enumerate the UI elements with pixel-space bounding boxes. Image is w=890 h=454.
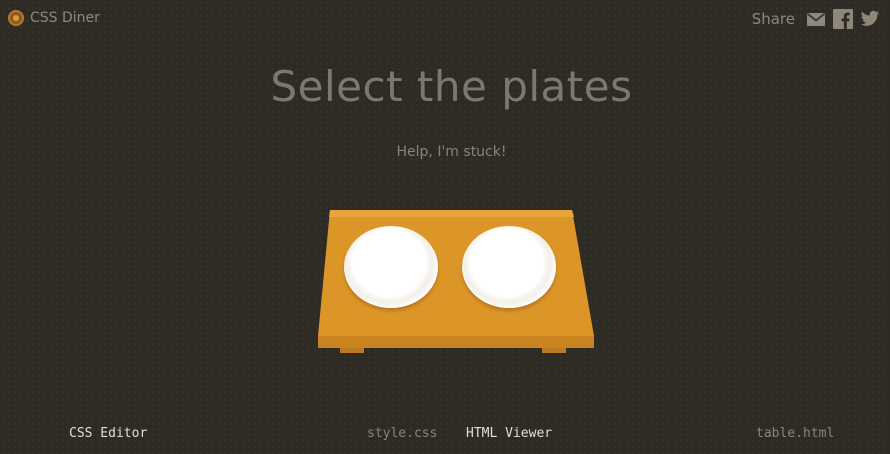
css-filename: style.css [367, 426, 438, 441]
html-viewer-title: HTML Viewer [466, 426, 553, 441]
plate[interactable] [462, 226, 556, 308]
html-filename: table.html [756, 426, 835, 441]
share-bar: Share [752, 9, 880, 29]
envelope-icon[interactable] [806, 9, 826, 29]
css-editor-title: CSS Editor [69, 426, 148, 441]
app-name: CSS Diner [30, 10, 100, 26]
logo[interactable]: CSS Diner [8, 10, 100, 26]
plate-logo-icon [8, 10, 24, 26]
share-label: Share [751, 10, 795, 28]
level-instruction: Select the plates [270, 62, 633, 111]
help-link[interactable]: Help, I'm stuck! [0, 144, 890, 160]
plate[interactable] [344, 226, 438, 308]
twitter-icon[interactable] [860, 9, 880, 29]
facebook-icon[interactable] [833, 9, 853, 29]
dining-table [310, 205, 600, 355]
